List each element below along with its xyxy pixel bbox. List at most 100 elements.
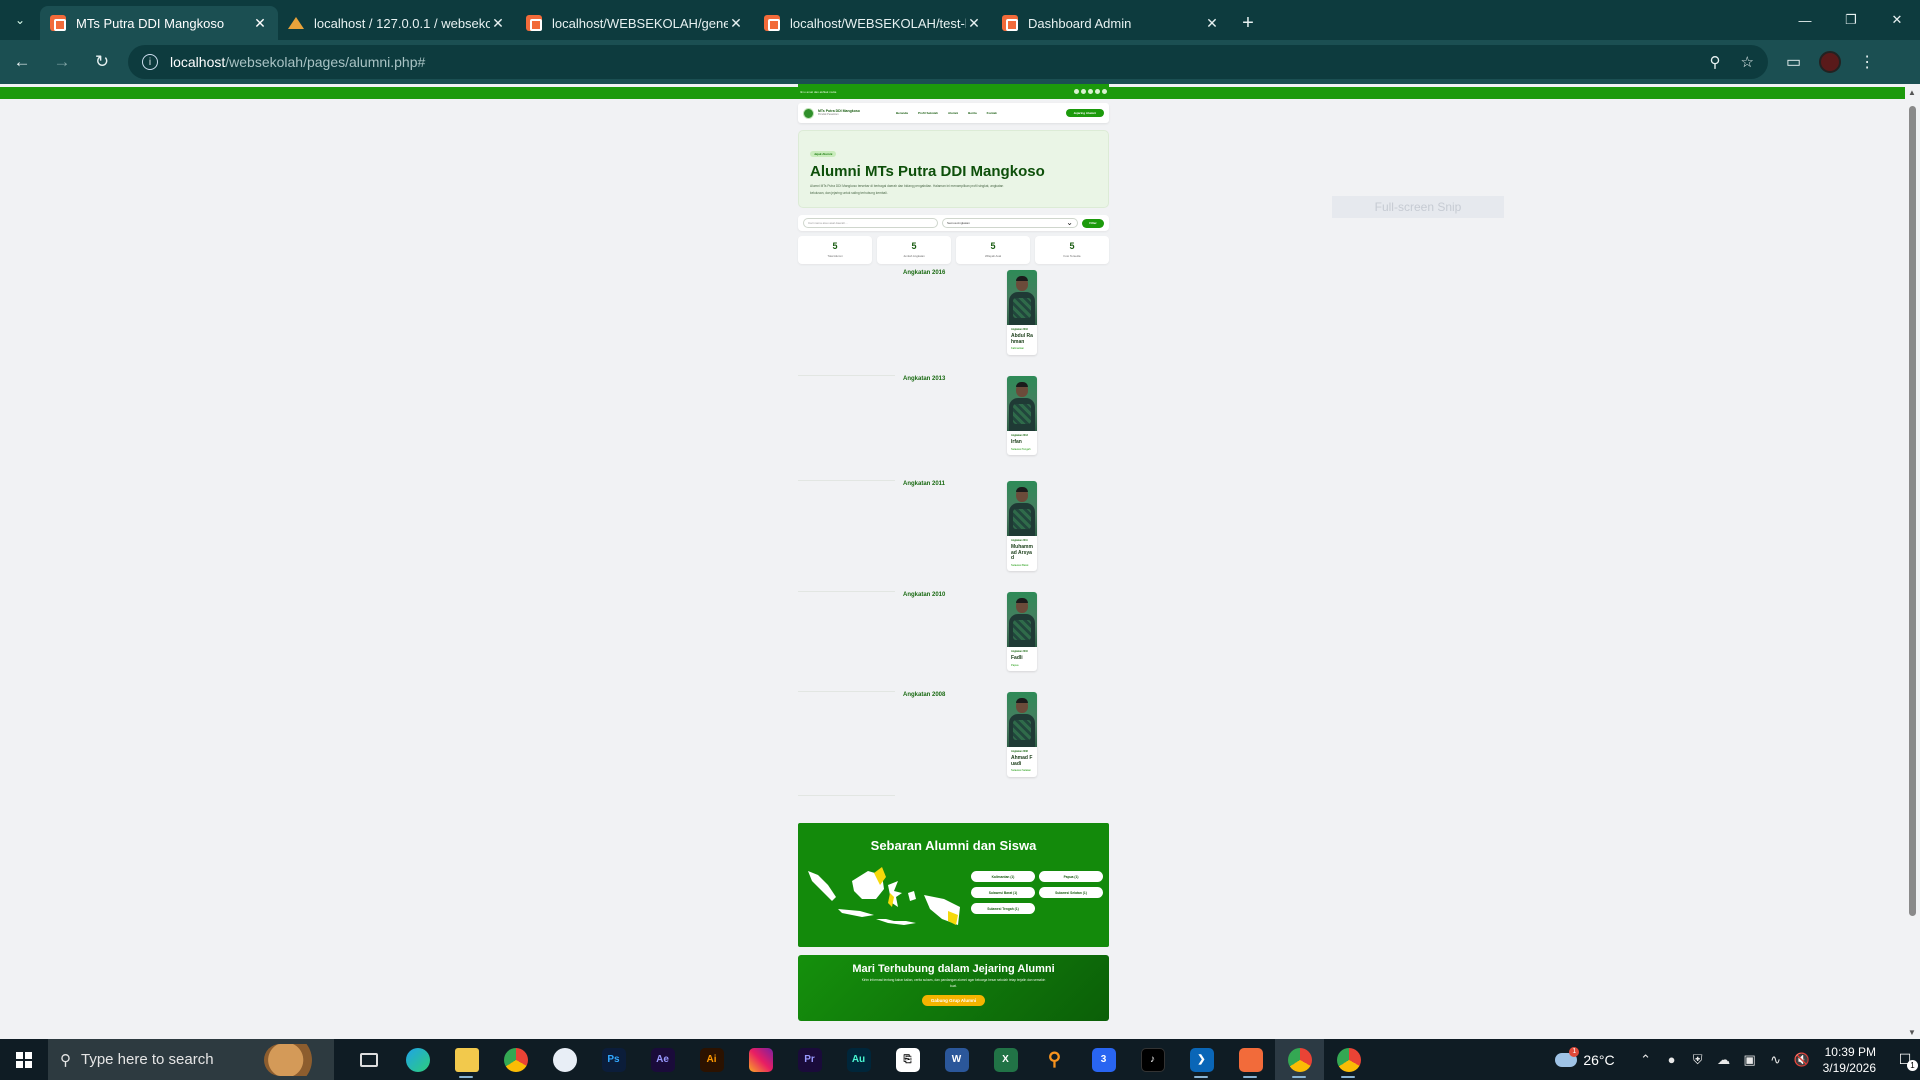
browser-tab-2[interactable]: localhost / 127.0.0.1 / websekolah ✕ xyxy=(278,6,516,40)
tab-search-chevron-icon[interactable]: ⌄ xyxy=(0,0,40,40)
browser-menu-icon[interactable]: ⋮ xyxy=(1859,52,1875,72)
security-icon[interactable]: ⛨ xyxy=(1685,1052,1711,1068)
after-effects-icon[interactable]: Ae xyxy=(638,1039,687,1080)
whatsapp-icon[interactable] xyxy=(1102,89,1107,94)
instagram-app-icon[interactable] xyxy=(736,1039,785,1080)
province-chip[interactable]: Sulawesi Barat (1) xyxy=(971,887,1035,898)
browser-tab-5[interactable]: Dashboard Admin ✕ xyxy=(992,6,1230,40)
onedrive-icon[interactable]: ☁ xyxy=(1711,1052,1737,1068)
map-java[interactable] xyxy=(838,909,874,917)
vscode-icon[interactable]: ❯ xyxy=(1177,1039,1226,1080)
browser-tab-3[interactable]: localhost/WEBSEKOLAH/generate ✕ xyxy=(516,6,754,40)
close-icon[interactable]: ✕ xyxy=(728,15,744,32)
map-nusa-tenggara[interactable] xyxy=(876,919,916,925)
cohort-year: Angkatan 2008 xyxy=(903,692,946,698)
minimize-icon[interactable]: — xyxy=(1782,0,1828,40)
nav-cta-button[interactable]: Jejaring Alumni xyxy=(1065,109,1104,117)
xampp-icon xyxy=(50,15,66,31)
chrome-active-icon[interactable] xyxy=(1275,1039,1324,1080)
alumni-card[interactable]: Angkatan 2010 Fadli Papua xyxy=(1007,592,1037,671)
photoshop-icon[interactable]: Ps xyxy=(589,1039,638,1080)
notification-icon[interactable]: ☐ xyxy=(1890,1045,1920,1075)
clock-date: 3/19/2026 xyxy=(1822,1060,1876,1075)
menu-item-berita[interactable]: Berita xyxy=(968,111,977,115)
close-window-icon[interactable]: ✕ xyxy=(1874,0,1920,40)
zoom-icon[interactable]: ⚲ xyxy=(1710,53,1721,71)
close-icon[interactable]: ✕ xyxy=(966,15,982,32)
site-info-icon[interactable]: i xyxy=(142,54,158,70)
clock-app-icon[interactable] xyxy=(540,1039,589,1080)
menu-item-kontak[interactable]: Kontak xyxy=(987,111,997,115)
filter-button[interactable]: Filter xyxy=(1082,218,1104,228)
alumni-card[interactable]: Angkatan 2013 Irfan Sulawesi Tengah xyxy=(1007,376,1037,455)
browser-tab-1[interactable]: MTs Putra DDI Mangkoso ✕ xyxy=(40,6,278,40)
start-button[interactable] xyxy=(0,1039,48,1080)
cohort-select[interactable]: Semua Angkatan ⌄ xyxy=(942,218,1078,228)
chevron-up-icon[interactable]: ⌃ xyxy=(1633,1052,1659,1068)
join-group-button[interactable]: Gabung Grup Alumni xyxy=(921,995,986,1006)
province-chip[interactable]: Sulawesi Selatan (1) xyxy=(1039,887,1103,898)
close-icon[interactable]: ✕ xyxy=(1204,15,1220,32)
css3-icon[interactable]: 3 xyxy=(1079,1039,1128,1080)
instagram-icon[interactable] xyxy=(1081,89,1086,94)
youtube-icon[interactable] xyxy=(1088,89,1093,94)
restore-icon[interactable]: ❐ xyxy=(1828,0,1874,40)
search-app-icon[interactable]: ⚲ xyxy=(1030,1039,1079,1080)
weather-widget[interactable]: 26°C xyxy=(1555,1046,1615,1068)
premiere-icon[interactable]: Pr xyxy=(785,1039,834,1080)
province-chip[interactable]: Sulawesi Tengah (1) xyxy=(971,903,1035,914)
word-icon[interactable]: W xyxy=(932,1039,981,1080)
tiktok-app-icon[interactable]: ♪ xyxy=(1128,1039,1177,1080)
reload-icon[interactable]: ↻ xyxy=(84,44,120,80)
scroll-up-icon[interactable]: ▲ xyxy=(1908,88,1916,97)
brand[interactable]: MTs Putra DDI Mangkoso Pondok Pesantren xyxy=(818,109,860,116)
xampp-app-icon[interactable] xyxy=(1226,1039,1275,1080)
close-icon[interactable]: ✕ xyxy=(252,15,268,32)
cohort-year: Angkatan 2016 xyxy=(903,270,946,276)
menu-item-beranda[interactable]: Beranda xyxy=(896,111,908,115)
volume-muted-icon[interactable]: 🔇 xyxy=(1789,1052,1815,1068)
wifi-icon[interactable]: ∿ xyxy=(1763,1052,1789,1068)
alumni-card[interactable]: Angkatan 2011 Muhammad Arsyad Sulawesi B… xyxy=(1007,481,1037,571)
edge-icon[interactable] xyxy=(393,1039,442,1080)
page-scrollbar[interactable]: ▲ ▼ xyxy=(1905,84,1920,1039)
taskbar-search[interactable]: ⚲ Type here to search xyxy=(48,1039,334,1080)
bookmark-star-icon[interactable]: ☆ xyxy=(1741,53,1754,71)
back-arrow-icon[interactable]: ← xyxy=(4,44,40,80)
menu-item-profil[interactable]: Profil Sekolah xyxy=(918,111,938,115)
alumni-card[interactable]: Angkatan 2008 Ahmad Fuadi Sulawesi Selat… xyxy=(1007,692,1037,777)
chrome-icon[interactable] xyxy=(491,1039,540,1080)
capcut-icon[interactable]: ⎘ xyxy=(883,1039,932,1080)
province-chip[interactable]: Kalimantan (1) xyxy=(971,871,1035,882)
scrollbar-thumb[interactable] xyxy=(1909,106,1916,916)
illustrator-icon[interactable]: Ai xyxy=(687,1039,736,1080)
file-explorer-icon[interactable] xyxy=(442,1039,491,1080)
address-bar[interactable]: i localhost/websekolah/pages/alumni.php#… xyxy=(128,45,1768,79)
alumni-location: Sulawesi Selatan xyxy=(1011,769,1031,772)
audition-icon[interactable]: Au xyxy=(834,1039,883,1080)
alumni-card[interactable]: Angkatan 2016 Abdul Rahman Kalimantan xyxy=(1007,270,1037,355)
new-tab-plus-icon[interactable]: + xyxy=(1230,6,1266,40)
map-maluku[interactable] xyxy=(908,891,916,901)
cohort-section: Angkatan 2011 Angkatan 2011 Muhammad Ars… xyxy=(798,481,1109,592)
facebook-icon[interactable] xyxy=(1074,89,1079,94)
map-sumatra[interactable] xyxy=(808,871,836,901)
excel-icon[interactable]: X xyxy=(981,1039,1030,1080)
close-icon[interactable]: ✕ xyxy=(490,15,506,32)
scroll-down-icon[interactable]: ▼ xyxy=(1908,1028,1916,1037)
task-view-icon[interactable] xyxy=(344,1039,393,1080)
browser-tab-4[interactable]: localhost/WEBSEKOLAH/test-koneksi ✕ xyxy=(754,6,992,40)
forward-arrow-icon[interactable]: → xyxy=(44,44,80,80)
search-input[interactable]: Cari nama atau asal daerah... xyxy=(803,218,938,228)
menu-item-alumni[interactable]: Alumni xyxy=(948,111,958,115)
tiktok-icon[interactable] xyxy=(1095,89,1100,94)
province-chip[interactable]: Papua (1) xyxy=(1039,871,1103,882)
extensions-puzzle-icon[interactable]: ▭ xyxy=(1786,52,1801,72)
stat-label: Wilayah Asal xyxy=(984,254,1001,258)
meet-icon[interactable]: ▣ xyxy=(1737,1052,1763,1068)
profile-avatar[interactable] xyxy=(1819,51,1842,73)
school-logo-icon[interactable] xyxy=(803,107,814,119)
chrome-profile-icon[interactable] xyxy=(1324,1039,1373,1080)
system-clock[interactable]: 10:39 PM 3/19/2026 xyxy=(1823,1044,1876,1076)
app-tray-icon[interactable]: ● xyxy=(1659,1052,1685,1067)
